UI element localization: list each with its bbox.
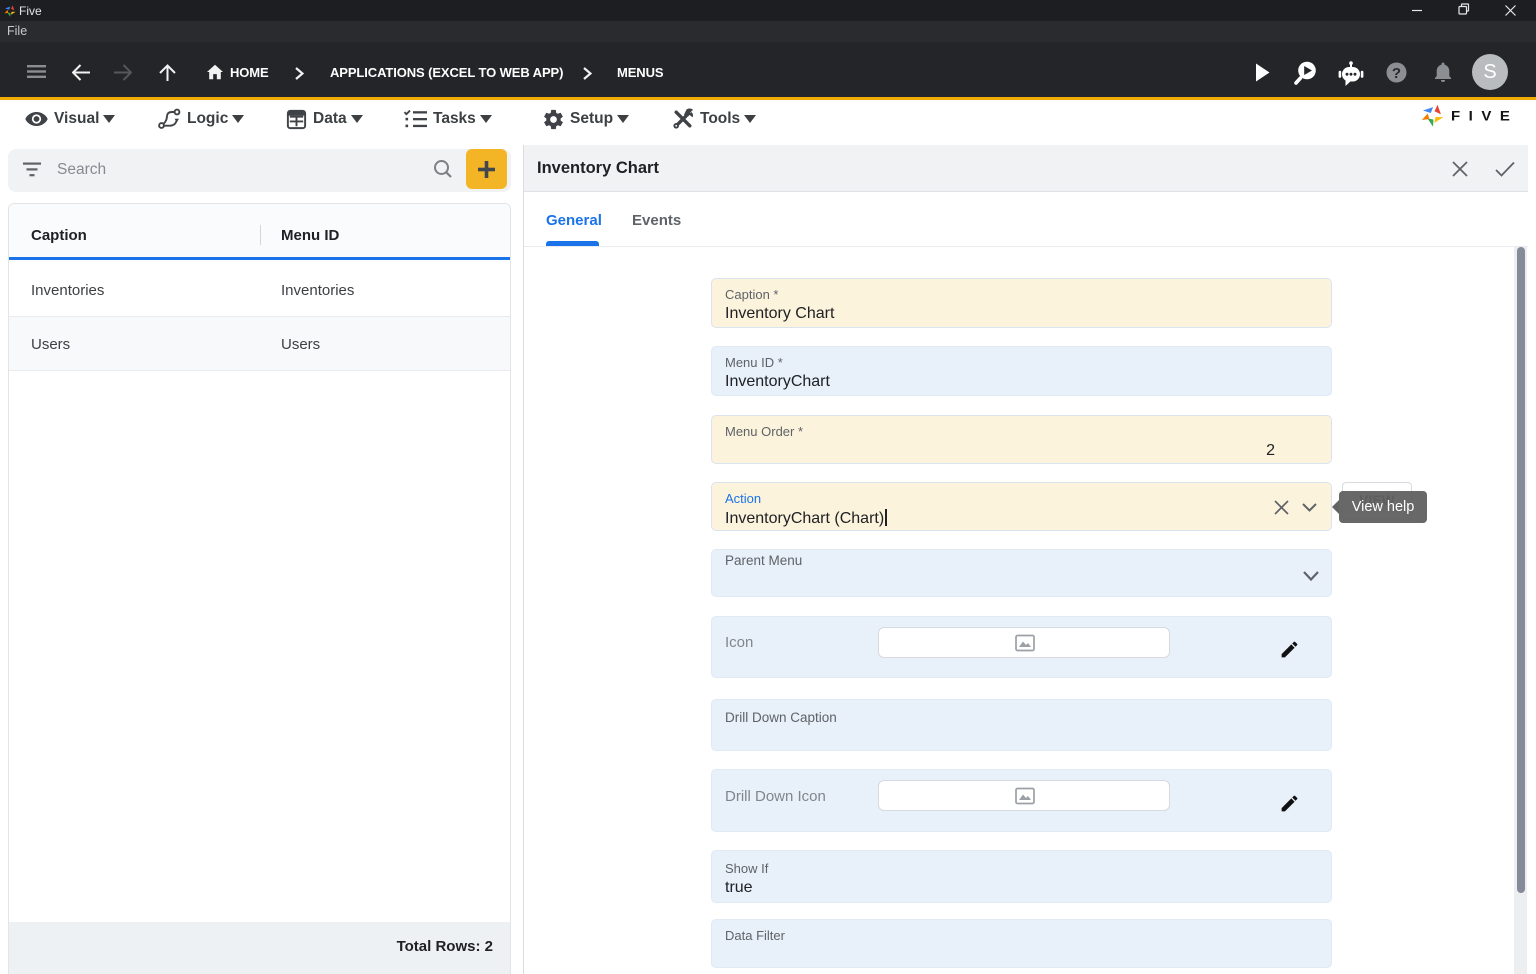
- svg-text:?: ?: [1392, 65, 1401, 82]
